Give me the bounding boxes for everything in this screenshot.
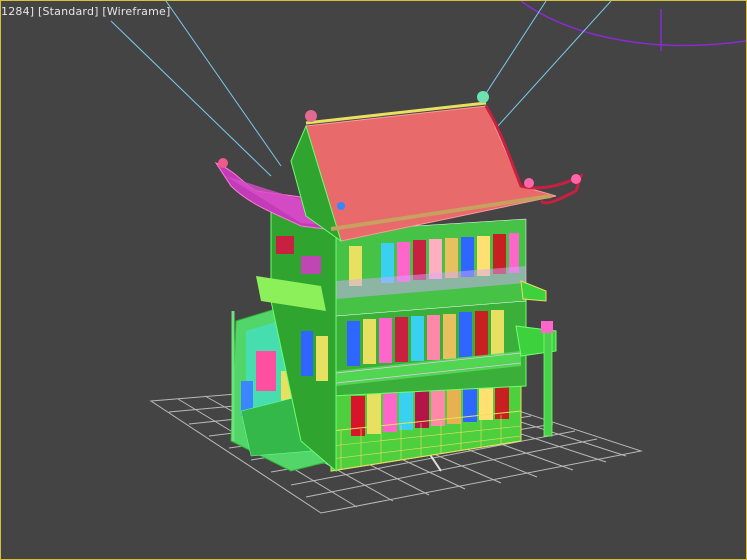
camera-arc: [520, 1, 746, 47]
main-roof: [290, 91, 584, 243]
3d-viewport[interactable]: 1284] [Standard] [Wireframe]: [0, 0, 747, 560]
scene-canvas[interactable]: [1, 1, 746, 559]
